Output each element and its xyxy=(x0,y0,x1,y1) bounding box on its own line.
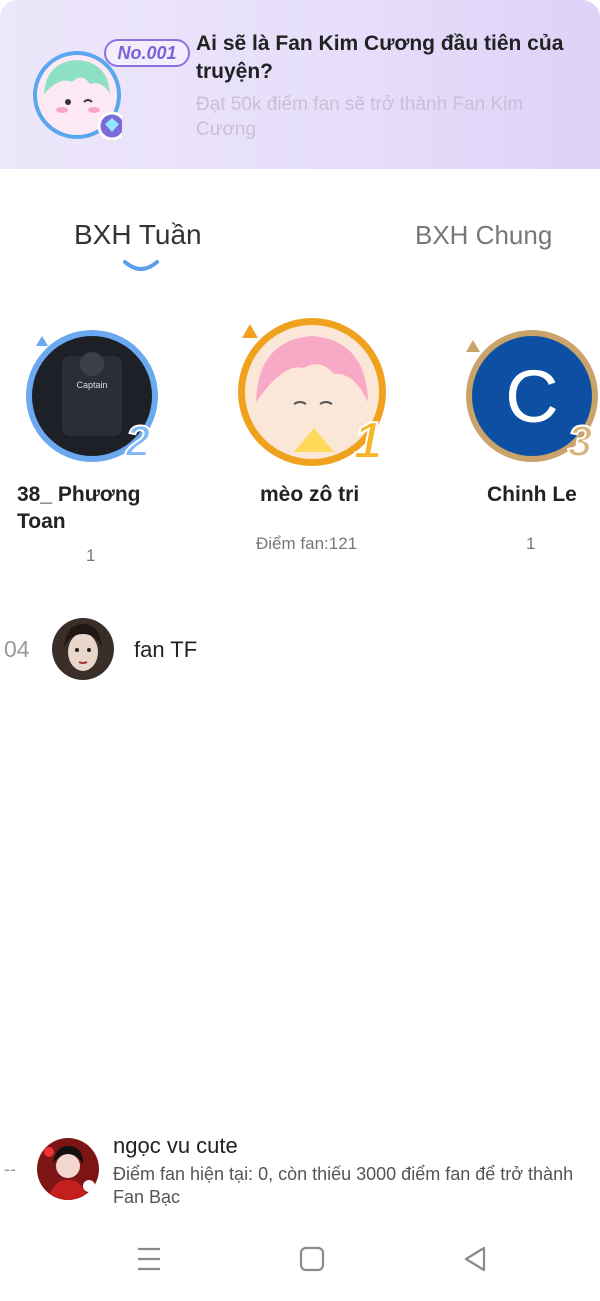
rank-3-avatar[interactable]: C 3 xyxy=(462,326,600,468)
banner-title: Ai sẽ là Fan Kim Cương đầu tiên của truy… xyxy=(196,32,564,83)
list-item-avatar[interactable] xyxy=(52,618,114,680)
rank-2-name[interactable]: 38_ Phương Toan xyxy=(17,481,157,535)
rank-3-score: 1 xyxy=(526,534,536,553)
my-progress-note: Điểm fan hiện tại: 0, còn thiếu 3000 điể… xyxy=(113,1164,574,1207)
rank-3-name[interactable]: Chinh Le xyxy=(487,481,577,508)
system-navigation-bar xyxy=(0,1230,600,1290)
rank-2-score: 1 xyxy=(86,546,96,565)
diamond-fan-banner[interactable]: No.001 Ai sẽ là Fan Kim Cương đầu tiên c… xyxy=(0,0,600,169)
home-icon[interactable] xyxy=(299,1244,325,1274)
rank-1-name[interactable]: mèo zô tri xyxy=(260,481,359,508)
my-rank: -- xyxy=(4,1159,16,1179)
list-item-rank: 04 xyxy=(4,636,30,662)
banner-subtitle: Đạt 50k điểm fan sẽ trở thành Fan Kim Cư… xyxy=(196,94,524,140)
tab-overall-ranking[interactable]: BXH Chung xyxy=(415,216,552,254)
back-icon[interactable] xyxy=(462,1244,488,1274)
my-avatar xyxy=(37,1138,99,1200)
svg-text:3: 3 xyxy=(568,417,592,466)
tab-weekly-ranking[interactable]: BXH Tuần xyxy=(74,216,202,254)
my-name: ngọc vu cute xyxy=(113,1133,238,1158)
rank-1-score: Điểm fan:121 xyxy=(256,534,358,553)
rank-badge: No.001 xyxy=(104,39,190,67)
rank-3-avatar-letter: C xyxy=(505,355,558,438)
rank-2-avatar[interactable]: Captain 2 xyxy=(22,326,164,468)
svg-text:Captain: Captain xyxy=(76,380,107,390)
menu-icon[interactable] xyxy=(136,1244,162,1274)
svg-text:1: 1 xyxy=(354,412,383,470)
active-tab-indicator xyxy=(123,260,159,271)
svg-text:2: 2 xyxy=(125,417,151,466)
list-item-name[interactable]: fan TF xyxy=(134,637,197,663)
rank-1-avatar[interactable]: 1 xyxy=(234,312,392,470)
